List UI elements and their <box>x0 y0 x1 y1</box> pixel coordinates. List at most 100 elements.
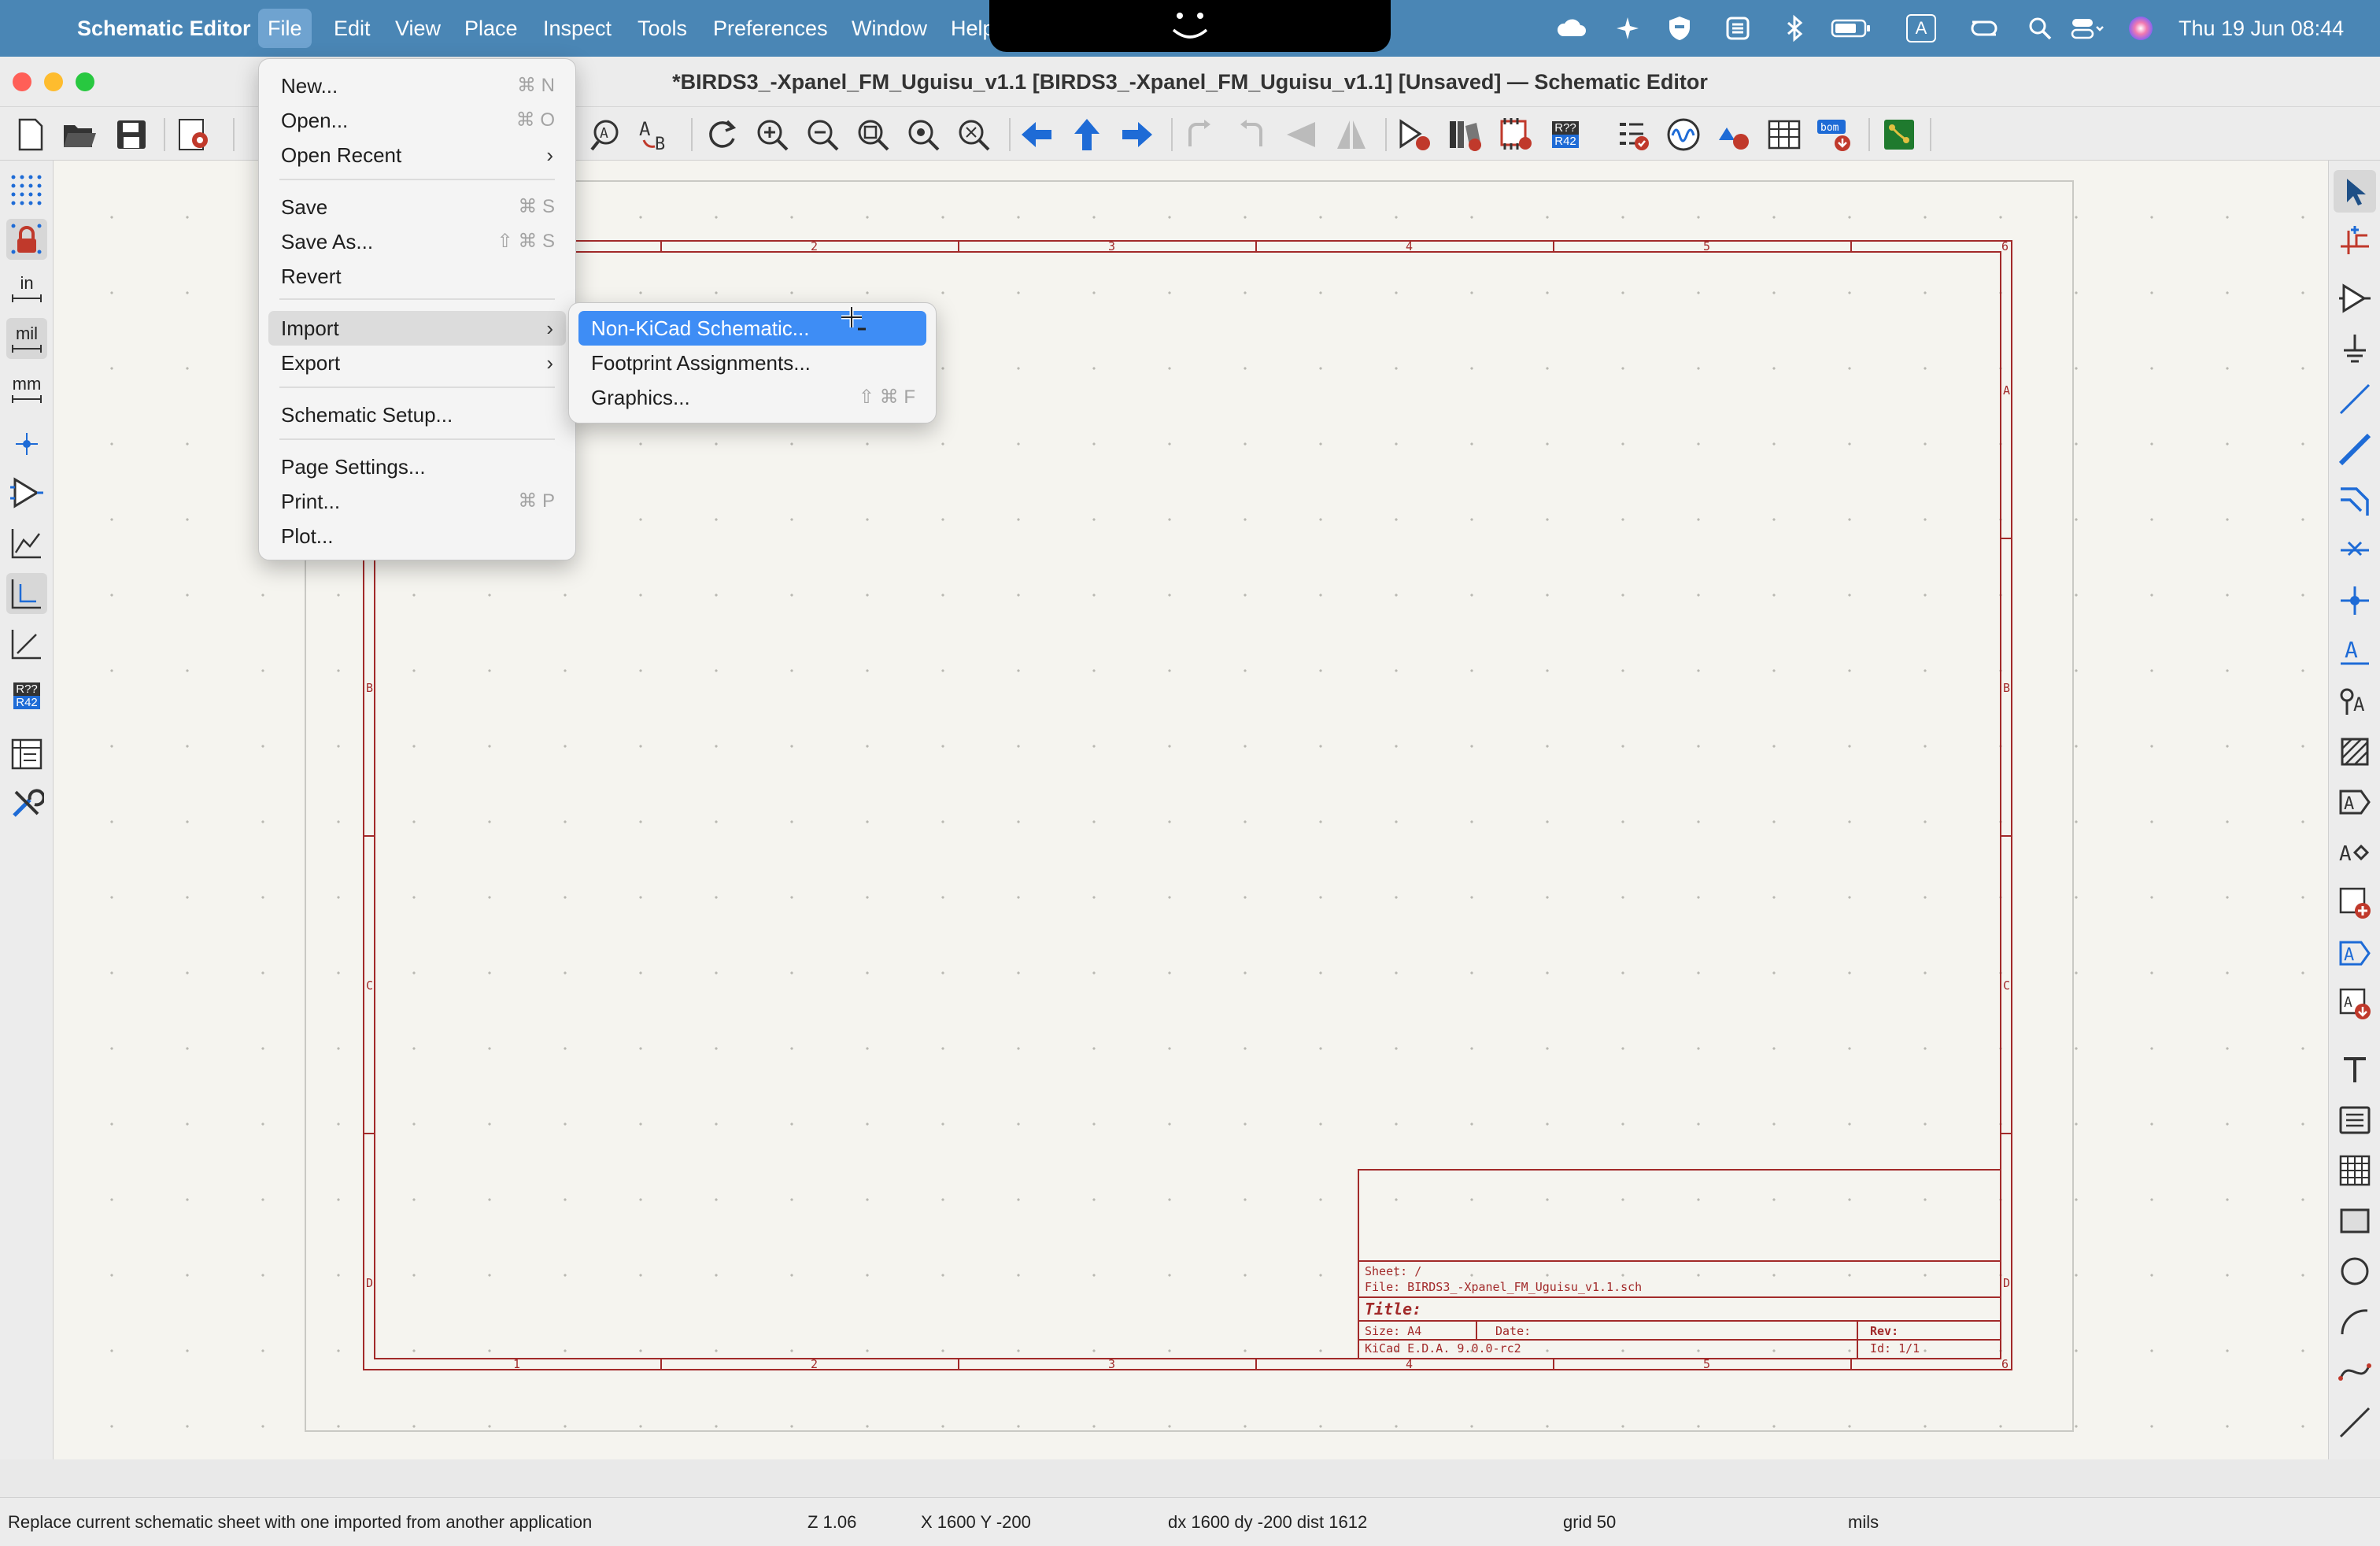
cloud-sync-icon[interactable] <box>1555 14 1590 43</box>
cursor-shape-icon[interactable] <box>6 423 47 464</box>
menu-item-page-settings[interactable]: Page Settings... <box>268 449 566 484</box>
bluetooth-icon[interactable] <box>1780 14 1809 43</box>
properties-manager-icon[interactable] <box>6 782 47 823</box>
find-button[interactable]: A <box>587 115 626 154</box>
annotate-toggle-icon[interactable]: R?? R42 <box>6 675 47 716</box>
menu-item-new[interactable]: New... ⌘ N <box>268 68 566 103</box>
menu-item-plot[interactable]: Plot... <box>268 519 566 553</box>
mirror-vertical-icon[interactable] <box>1281 115 1321 154</box>
mirror-horizontal-icon[interactable] <box>1332 115 1371 154</box>
shield-icon[interactable] <box>1665 14 1694 43</box>
symbol-editor-icon[interactable] <box>1395 115 1434 154</box>
add-table-icon[interactable] <box>2334 1149 2376 1192</box>
symbol-fields-table-icon[interactable] <box>1765 115 1804 154</box>
navigate-up-icon[interactable] <box>1067 115 1107 154</box>
add-rectangle-icon[interactable] <box>2334 1200 2376 1242</box>
menu-item-non-kicad-schematic[interactable]: Non-KiCad Schematic... <box>578 311 926 346</box>
zoom-selection-button[interactable] <box>954 115 993 154</box>
menu-view[interactable]: View <box>395 0 441 57</box>
menu-item-save[interactable]: Save ⌘ S <box>268 190 566 224</box>
line-mode-90-icon[interactable] <box>6 573 47 614</box>
add-sheet-icon[interactable] <box>2334 882 2376 924</box>
menu-file[interactable]: File <box>258 9 312 48</box>
zoom-out-button[interactable] <box>803 115 842 154</box>
new-schematic-button[interactable] <box>11 115 50 154</box>
pcb-editor-icon[interactable] <box>1879 115 1919 154</box>
menu-item-save-as[interactable]: Save As... ⇧ ⌘ S <box>268 224 566 259</box>
search-icon[interactable] <box>2026 14 2054 43</box>
add-symbol-icon[interactable] <box>2334 277 2376 320</box>
add-arc-icon[interactable] <box>2334 1300 2376 1343</box>
input-source-icon[interactable]: A <box>1906 14 1936 43</box>
menu-inspect[interactable]: Inspect <box>543 0 612 57</box>
erc-icon[interactable] <box>1613 115 1653 154</box>
menu-item-print[interactable]: Print... ⌘ P <box>268 484 566 519</box>
simulator-icon[interactable] <box>1664 115 1703 154</box>
menu-item-export[interactable]: Export › <box>268 346 566 380</box>
sparkle-icon[interactable] <box>1613 14 1642 43</box>
add-sheet-pin-icon[interactable]: A <box>2334 932 2376 975</box>
rotate-ccw-icon[interactable] <box>1181 115 1220 154</box>
add-hierarchical-label-icon[interactable]: A <box>2334 831 2376 874</box>
menu-item-revert[interactable]: Revert <box>268 259 566 294</box>
clock[interactable]: Thu 19 Jun 08:44 <box>2179 0 2344 57</box>
control-center-icon[interactable] <box>2070 14 2106 43</box>
menu-item-footprint-assignments[interactable]: Footprint Assignments... <box>578 346 926 380</box>
navigate-back-icon[interactable] <box>1017 115 1056 154</box>
hierarchy-navigator-icon[interactable] <box>6 734 47 775</box>
find-replace-button[interactable]: AB <box>636 115 675 154</box>
grid-toggle-icon[interactable] <box>6 170 47 211</box>
app-menu[interactable]: Schematic Editor <box>77 0 251 57</box>
menu-item-open[interactable]: Open... ⌘ O <box>268 103 566 138</box>
menu-item-import[interactable]: Import › <box>268 311 566 346</box>
menu-item-open-recent[interactable]: Open Recent › <box>268 138 566 172</box>
footprint-assign-icon[interactable] <box>1495 115 1535 154</box>
menu-item-graphics[interactable]: Graphics... ⇧ ⌘ F <box>578 380 926 415</box>
siri-icon[interactable] <box>2127 14 2155 43</box>
open-schematic-button[interactable] <box>60 115 99 154</box>
add-global-label-icon[interactable]: A <box>2334 781 2376 823</box>
select-tool-icon[interactable] <box>2334 170 2376 213</box>
add-net-class-directive-icon[interactable]: A <box>2334 680 2376 723</box>
add-line-icon[interactable] <box>2334 1401 2376 1444</box>
add-rule-area-icon[interactable] <box>2334 730 2376 773</box>
highlight-net-icon[interactable] <box>2334 219 2376 261</box>
add-wire-icon[interactable] <box>2334 378 2376 420</box>
menu-window[interactable]: Window <box>852 0 927 57</box>
add-label-icon[interactable]: A <box>2334 630 2376 672</box>
add-text-box-icon[interactable] <box>2334 1099 2376 1141</box>
zoom-in-button[interactable] <box>752 115 792 154</box>
zoom-objects-button[interactable] <box>904 115 943 154</box>
units-mm-icon[interactable]: mm <box>6 368 47 409</box>
navigate-forward-icon[interactable] <box>1118 115 1157 154</box>
save-button[interactable] <box>112 115 151 154</box>
edit-symbol-fields-icon[interactable] <box>1714 115 1754 154</box>
units-mils-icon[interactable]: mil <box>6 318 47 359</box>
add-junction-icon[interactable] <box>2334 579 2376 622</box>
line-mode-45-icon[interactable] <box>6 623 47 664</box>
battery-icon[interactable] <box>1831 14 1872 43</box>
menu-preferences[interactable]: Preferences <box>713 0 828 57</box>
annotate-icon[interactable]: R?? R42 <box>1546 115 1585 154</box>
add-bezier-icon[interactable] <box>2334 1351 2376 1393</box>
schematic-setup-button[interactable] <box>175 115 214 154</box>
menu-help[interactable]: Help <box>951 0 990 57</box>
redraw-button[interactable] <box>702 115 741 154</box>
add-power-icon[interactable] <box>2334 327 2376 370</box>
no-connect-icon[interactable] <box>2334 529 2376 571</box>
vpn-icon[interactable] <box>1724 14 1752 43</box>
menu-item-schematic-setup[interactable]: Schematic Setup... <box>268 398 566 432</box>
symbol-library-icon[interactable] <box>1445 115 1484 154</box>
bom-icon[interactable]: bom <box>1815 115 1854 154</box>
menu-tools[interactable]: Tools <box>638 0 687 57</box>
menu-edit[interactable]: Edit <box>334 0 371 57</box>
grid-lock-icon[interactable] <box>6 219 47 260</box>
rotate-cw-icon[interactable] <box>1231 115 1270 154</box>
screen-mirroring-icon[interactable] <box>1966 14 2002 43</box>
menu-place[interactable]: Place <box>464 0 518 57</box>
import-sheet-pin-icon[interactable]: A <box>2334 982 2376 1025</box>
add-bus-icon[interactable] <box>2334 428 2376 471</box>
line-mode-free-icon[interactable] <box>6 523 47 564</box>
zoom-fit-button[interactable] <box>853 115 893 154</box>
bus-entry-icon[interactable] <box>2334 479 2376 521</box>
